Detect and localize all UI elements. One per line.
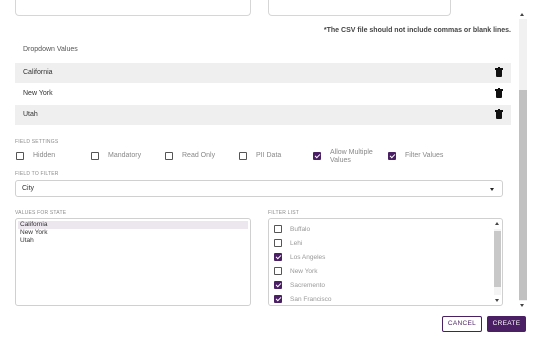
- filter-item-checkbox[interactable]: [274, 253, 282, 261]
- values-for-state-listbox[interactable]: California New York Utah: [15, 218, 251, 306]
- setting-label: Read Only: [182, 152, 216, 159]
- setting-label: Allow Multiple Values: [330, 149, 373, 165]
- filter-item-label: Los Angeles: [290, 254, 326, 261]
- filter-item-label: San Francisco: [290, 296, 332, 303]
- csv-note: *The CSV file should not include commas …: [323, 27, 511, 34]
- setting-label-line1: Allow Multiple: [330, 149, 373, 156]
- scrollbar-thumb[interactable]: [494, 231, 501, 287]
- setting-label: Filter Values: [405, 152, 444, 159]
- dropdown-value-text: Utah: [23, 111, 38, 118]
- field-to-filter-select[interactable]: City: [15, 180, 503, 197]
- scroll-up-arrow-icon[interactable]: [520, 13, 524, 16]
- cancel-button[interactable]: CANCEL: [442, 316, 482, 332]
- setting-label-line2: Values: [330, 157, 351, 164]
- filter-list-scrollbar[interactable]: [492, 219, 502, 305]
- field-to-filter-label: FIELD TO FILTER: [15, 171, 59, 177]
- filter-item-checkbox[interactable]: [274, 239, 282, 247]
- values-for-state-label: VALUES FOR STATE: [15, 210, 67, 216]
- filter-item-label: Buffalo: [290, 226, 311, 233]
- field-to-filter-value: City: [22, 185, 35, 192]
- read-only-checkbox[interactable]: [165, 152, 173, 160]
- trash-icon[interactable]: [495, 88, 503, 98]
- setting-label: Mandatory: [108, 152, 142, 159]
- dropdown-value-text: California: [23, 69, 53, 76]
- dropdown-values-label: Dropdown Values: [23, 46, 78, 53]
- filter-item-label: Lehi: [290, 240, 303, 247]
- hidden-checkbox[interactable]: [16, 152, 24, 160]
- setting-label: Hidden: [33, 152, 56, 159]
- filter-item-label: New York: [290, 268, 318, 275]
- top-left-input[interactable]: [15, 0, 251, 16]
- listbox-option[interactable]: Utah: [18, 237, 248, 245]
- pii-data-checkbox[interactable]: [239, 152, 247, 160]
- caret-down-icon: [490, 188, 494, 191]
- filter-values-checkbox[interactable]: [388, 152, 396, 160]
- filter-item-checkbox[interactable]: [274, 225, 282, 233]
- scroll-up-arrow-icon[interactable]: [495, 222, 499, 225]
- dropdown-value-row: Utah: [15, 105, 511, 125]
- filter-item-checkbox[interactable]: [274, 267, 282, 275]
- filter-item-label: Sacremento: [290, 282, 326, 289]
- filter-item-checkbox[interactable]: [274, 295, 282, 303]
- scrollbar-thumb[interactable]: [519, 90, 527, 300]
- allow-multiple-values-checkbox[interactable]: [313, 152, 321, 160]
- top-right-input[interactable]: [268, 0, 451, 16]
- field-settings-label: FIELD SETTINGS: [15, 139, 59, 145]
- scroll-down-arrow-icon[interactable]: [495, 299, 499, 302]
- create-button[interactable]: CREATE: [487, 316, 526, 332]
- filter-item-checkbox[interactable]: [274, 281, 282, 289]
- dropdown-value-row: New York: [15, 84, 511, 104]
- filter-list-label: FILTER LIST: [268, 210, 300, 216]
- listbox-option[interactable]: California: [18, 221, 248, 229]
- setting-label: PII Data: [256, 152, 282, 159]
- dropdown-value-text: New York: [23, 90, 53, 97]
- mandatory-checkbox[interactable]: [91, 152, 99, 160]
- trash-icon[interactable]: [495, 109, 503, 119]
- scroll-down-arrow-icon[interactable]: [520, 304, 524, 307]
- listbox-option[interactable]: New York: [18, 229, 248, 237]
- dropdown-value-row: California: [15, 63, 511, 83]
- trash-icon[interactable]: [495, 67, 503, 77]
- dialog-scrollbar[interactable]: [517, 10, 528, 310]
- filter-list: Buffalo Lehi Los Angeles New York Sacrem…: [268, 218, 503, 306]
